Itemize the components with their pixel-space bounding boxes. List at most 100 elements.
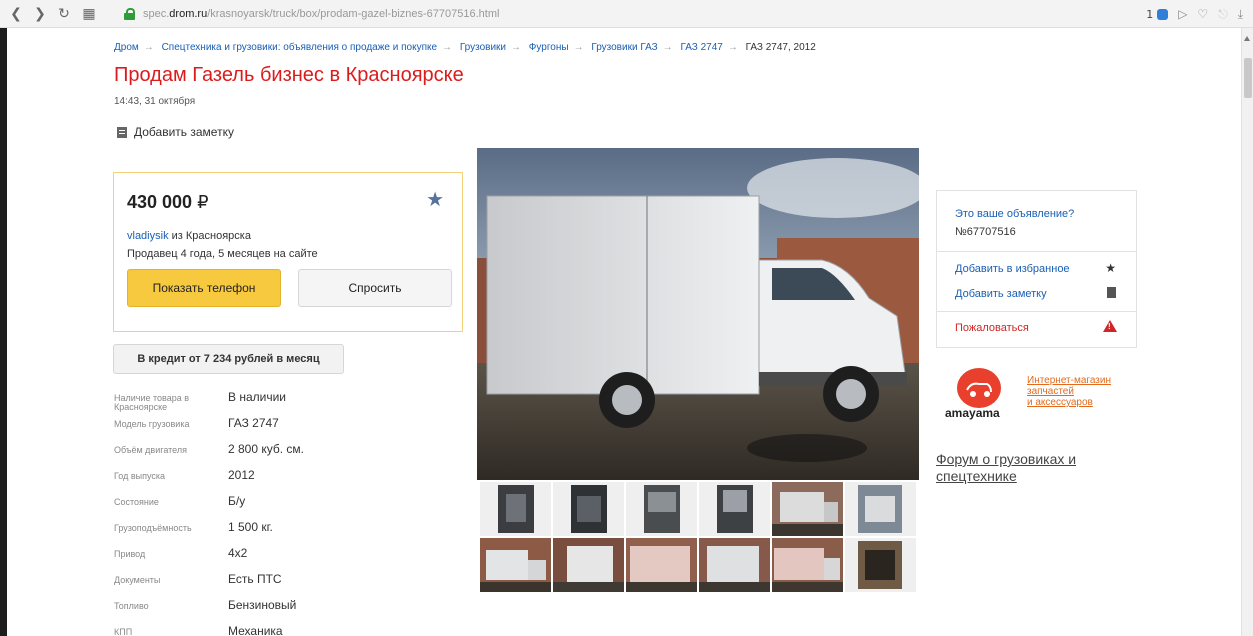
thumbnail[interactable] xyxy=(845,482,916,536)
thumbnail[interactable] xyxy=(480,482,551,536)
browser-toolbar: ❮ ❯ ↻ ▦ spec. drom.ru/krasnoyarsk/truck/b… xyxy=(0,0,1253,28)
thumbnail[interactable] xyxy=(772,482,843,536)
forum-link[interactable]: Форум о грузовиках и спецтехнике xyxy=(936,451,1076,485)
heart-icon[interactable]: ♡ xyxy=(1197,7,1208,21)
spec-label: Состояние xyxy=(114,497,159,507)
extension-count: 1 xyxy=(1146,7,1154,21)
thumbnail[interactable] xyxy=(845,538,916,592)
spec-row: Грузоподъёмность 1 500 кг. xyxy=(114,520,444,546)
divider xyxy=(937,251,1136,252)
thumbnail[interactable] xyxy=(626,538,697,592)
spec-label: КПП xyxy=(114,627,133,636)
credit-button[interactable]: В кредит от 7 234 рублей в месяц xyxy=(113,344,344,374)
amayama-name: amayama xyxy=(945,406,1000,420)
spec-label: Модель грузовика xyxy=(114,419,190,429)
star-icon[interactable]: ★ xyxy=(1105,261,1116,275)
browser-extensions: 1 ▷ ♡ ⎋ ⤓ xyxy=(1146,5,1243,23)
add-note-panel-link[interactable]: Добавить заметку xyxy=(955,288,1047,300)
breadcrumb-home[interactable]: Дром xyxy=(114,42,139,53)
scrollbar[interactable] xyxy=(1241,28,1253,636)
spec-value: Б/у xyxy=(228,494,246,508)
reload-icon[interactable]: ↻ xyxy=(54,4,74,24)
spec-row: Привод 4x2 xyxy=(114,546,444,572)
thumb-row-2 xyxy=(480,538,916,592)
scroll-up-icon[interactable] xyxy=(1244,36,1250,41)
url-host: drom.ru xyxy=(169,8,208,20)
breadcrumb-trucks[interactable]: Грузовики xyxy=(460,42,506,53)
thumbnail[interactable] xyxy=(480,538,551,592)
warning-icon[interactable]: ! xyxy=(1103,320,1117,332)
spec-label: Наличие товара в Красноярске xyxy=(114,393,190,412)
lock-icon xyxy=(124,8,135,20)
note-icon[interactable] xyxy=(1107,287,1116,298)
breadcrumb-vans[interactable]: Фургоны xyxy=(529,42,569,53)
note-icon xyxy=(117,126,127,138)
owner-panel: Это ваше объявление? №67707516 Добавить … xyxy=(936,190,1137,348)
spec-value: Есть ПТС xyxy=(228,572,282,586)
post-date: 14:43, 31 октября xyxy=(114,96,196,107)
spec-row: Модель грузовика ГАЗ 2747 xyxy=(114,416,444,442)
add-favorite-link[interactable]: Добавить в избранное xyxy=(955,263,1070,275)
amayama-logo[interactable]: amayama xyxy=(945,368,1015,424)
spec-label: Объём двигателя xyxy=(114,445,187,455)
favorite-star-icon[interactable]: ★ xyxy=(426,187,444,211)
price-box: 430 000 ₽ ★ vladiysik из Красноярска Про… xyxy=(113,172,463,332)
breadcrumb-current: ГАЗ 2747, 2012 xyxy=(745,42,816,53)
breadcrumb-gaz-trucks[interactable]: Грузовики ГАЗ xyxy=(591,42,657,53)
price-value: 430 000 xyxy=(127,192,193,212)
spec-value: 2 800 куб. см. xyxy=(228,442,305,456)
spec-label: Привод xyxy=(114,549,146,559)
shield-icon[interactable] xyxy=(1157,8,1169,20)
ask-button[interactable]: Спросить xyxy=(298,269,452,307)
spec-value: В наличии xyxy=(228,390,287,404)
thumbnail[interactable] xyxy=(626,482,697,536)
play-icon[interactable]: ▷ xyxy=(1178,7,1187,21)
spec-row: Год выпуска 2012 xyxy=(114,468,444,494)
breadcrumb-special-vehicles[interactable]: Спецтехника и грузовики: объявления о пр… xyxy=(162,42,437,53)
spec-row: Документы Есть ПТС xyxy=(114,572,444,598)
seller-age: Продавец 4 года, 5 месяцев на сайте xyxy=(127,248,318,260)
main-photo[interactable] xyxy=(477,148,919,480)
owner-question-link[interactable]: Это ваше объявление? xyxy=(955,208,1074,220)
spec-value: 1 500 кг. xyxy=(228,520,273,534)
download-icon[interactable]: ⤓ xyxy=(1238,7,1243,22)
complain-link[interactable]: Пожаловаться xyxy=(955,322,1029,334)
seller-info: vladiysik из Красноярска xyxy=(127,230,251,242)
thumbnail[interactable] xyxy=(699,482,770,536)
spec-row: Состояние Б/у xyxy=(114,494,444,520)
breadcrumb-gaz-2747[interactable]: ГАЗ 2747 xyxy=(680,42,722,53)
ad-number: №67707516 xyxy=(955,226,1016,238)
spec-value: Бензиновый xyxy=(228,598,297,612)
spec-label: Топливо xyxy=(114,601,149,611)
breadcrumb: Дром → Спецтехника и грузовики: объявлени… xyxy=(114,42,816,53)
thumbnail[interactable] xyxy=(772,538,843,592)
back-icon[interactable]: ❮ xyxy=(6,4,26,24)
spec-value: Механика xyxy=(228,624,283,636)
spec-label: Грузоподъёмность xyxy=(114,523,192,533)
window-edge xyxy=(0,28,7,636)
address-bar[interactable]: spec. drom.ru/krasnoyarsk/truck/box/proda… xyxy=(124,5,499,23)
thumbnail[interactable] xyxy=(553,538,624,592)
forward-icon[interactable]: ❯ xyxy=(30,4,50,24)
forum-link-line: спецтехнике xyxy=(936,468,1017,484)
url-prefix: spec. xyxy=(143,8,170,20)
price: 430 000 ₽ xyxy=(127,192,209,213)
show-phone-button[interactable]: Показать телефон xyxy=(127,269,281,307)
add-note-link[interactable]: Добавить заметку xyxy=(117,125,234,139)
thumbnails xyxy=(480,482,916,594)
spec-label: Документы xyxy=(114,575,161,585)
scroll-thumb[interactable] xyxy=(1244,58,1252,98)
seller-name-link[interactable]: vladiysik xyxy=(127,230,169,242)
spec-value: ГАЗ 2747 xyxy=(228,416,279,430)
tabs-grid-icon[interactable]: ▦ xyxy=(79,4,99,24)
forum-link-line: Форум о грузовиках и xyxy=(936,451,1077,467)
amayama-link[interactable]: Интернет-магазин запчастей и аксессуаров xyxy=(1027,375,1111,408)
add-note-label: Добавить заметку xyxy=(134,125,234,139)
amayama-link-line: Интернет-магазин xyxy=(1027,375,1111,386)
divider xyxy=(937,311,1136,312)
thumbnail[interactable] xyxy=(699,538,770,592)
thumb-row-1 xyxy=(480,482,916,536)
thumbnail[interactable] xyxy=(553,482,624,536)
spec-row: Топливо Бензиновый xyxy=(114,598,444,624)
translate-icon[interactable]: ⎋ xyxy=(1218,7,1228,22)
